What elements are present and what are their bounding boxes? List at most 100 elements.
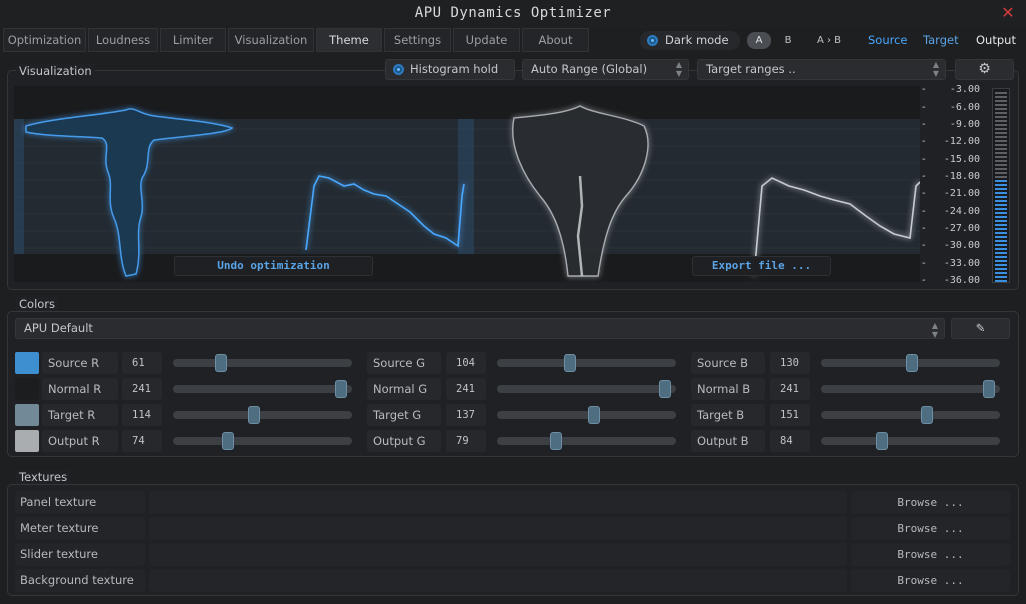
scale-label: -30.00 — [943, 240, 980, 251]
normal-color-swatch[interactable] — [15, 378, 39, 400]
edit-preset-button[interactable]: ✎ — [951, 318, 1010, 339]
target-g-value[interactable]: 137 — [446, 404, 486, 426]
panel-texture-label: Panel texture — [15, 491, 145, 514]
output-color-swatch[interactable] — [15, 430, 39, 452]
tab-theme[interactable]: Theme — [316, 28, 382, 52]
source-g-label: Source G — [367, 352, 441, 374]
normal-g-slider[interactable] — [497, 380, 676, 398]
source-r-slider[interactable] — [173, 354, 352, 372]
range-select[interactable]: Auto Range (Global) ▲ ▼ — [522, 59, 689, 80]
view-target-button[interactable]: Target — [923, 33, 959, 47]
meter-segment — [995, 260, 1007, 262]
normal-g-value[interactable]: 241 — [446, 378, 486, 400]
slider-knob[interactable] — [215, 354, 228, 372]
ab-a-to-b-button[interactable]: A › B — [806, 32, 852, 49]
tab-about[interactable]: About — [522, 28, 589, 52]
target-b-slider[interactable] — [821, 406, 1000, 424]
output-b-value[interactable]: 84 — [770, 430, 810, 452]
meter-segment — [995, 216, 1007, 218]
target-b-value[interactable]: 151 — [770, 404, 810, 426]
visualization-title: Visualization — [16, 64, 95, 78]
radio-on-icon — [647, 35, 658, 46]
target-r-value[interactable]: 114 — [122, 404, 162, 426]
source-r-value[interactable]: 61 — [122, 352, 162, 374]
panel-texture-field[interactable] — [149, 491, 847, 514]
gear-icon: ⚙ — [978, 61, 991, 77]
meter-segment — [995, 136, 1007, 138]
scale-label: -27.00 — [943, 223, 980, 234]
output-b-slider[interactable] — [821, 432, 1000, 450]
slider-knob[interactable] — [335, 380, 348, 398]
tab-limiter[interactable]: Limiter — [160, 28, 226, 52]
slider-knob[interactable] — [222, 432, 235, 450]
meter-segment — [995, 140, 1007, 142]
scale-label: -21.00 — [943, 188, 980, 199]
close-icon[interactable]: ✕ — [1000, 4, 1016, 22]
meter-segment — [995, 228, 1007, 230]
slider-knob[interactable] — [875, 432, 888, 450]
source-color-swatch[interactable] — [15, 352, 39, 374]
slider-texture-browse-button[interactable]: Browse ... — [851, 543, 1010, 566]
target-ranges-select[interactable]: Target ranges .. ▲ ▼ — [697, 59, 946, 80]
slider-knob[interactable] — [587, 406, 600, 424]
ab-a-button[interactable]: A — [747, 32, 771, 49]
background-texture-browse-button[interactable]: Browse ... — [851, 569, 1010, 592]
slider-texture-field[interactable] — [149, 543, 847, 566]
app-title: APU Dynamics Optimizer — [414, 5, 612, 21]
source-b-value[interactable]: 130 — [770, 352, 810, 374]
target-r-slider[interactable] — [173, 406, 352, 424]
slider-knob[interactable] — [564, 354, 577, 372]
slider-knob[interactable] — [983, 380, 996, 398]
tab-update[interactable]: Update — [453, 28, 520, 52]
dark-mode-toggle[interactable]: Dark mode — [640, 31, 740, 50]
output-b-label: Output B — [691, 430, 765, 452]
view-output-button[interactable]: Output — [976, 33, 1016, 47]
slider-knob[interactable] — [247, 406, 260, 424]
ab-b-button[interactable]: B — [776, 32, 800, 49]
background-texture-field[interactable] — [149, 569, 847, 592]
undo-optimization-button[interactable]: Undo optimization — [174, 256, 373, 276]
meter-texture-browse-button[interactable]: Browse ... — [851, 517, 1010, 540]
slider-knob[interactable] — [659, 380, 672, 398]
source-g-value[interactable]: 104 — [446, 352, 486, 374]
target-g-slider[interactable] — [497, 406, 676, 424]
meter-segment — [995, 272, 1007, 274]
meter-segment — [995, 184, 1007, 186]
color-preset-value: APU Default — [24, 321, 93, 335]
scale-tick: - — [922, 206, 926, 217]
normal-r-value[interactable]: 241 — [122, 378, 162, 400]
histogram-view: Undo optimization Export file ... — [14, 86, 920, 282]
target-color-swatch[interactable] — [15, 404, 39, 426]
tab-settings[interactable]: Settings — [384, 28, 451, 52]
source-g-slider[interactable] — [497, 354, 676, 372]
meter-segment — [995, 132, 1007, 134]
output-r-value[interactable]: 74 — [122, 430, 162, 452]
settings-button[interactable]: ⚙ — [955, 59, 1014, 80]
normal-b-slider[interactable] — [821, 380, 1000, 398]
output-g-slider[interactable] — [497, 432, 676, 450]
textures-title: Textures — [16, 470, 71, 484]
scale-tick: - — [922, 223, 926, 234]
output-g-value[interactable]: 79 — [446, 430, 486, 452]
meter-segment — [995, 176, 1007, 178]
view-source-button[interactable]: Source — [868, 33, 908, 47]
color-preset-select[interactable]: APU Default ▲ ▼ — [15, 318, 945, 339]
source-r-label: Source R — [42, 352, 118, 374]
panel-texture-browse-button[interactable]: Browse ... — [851, 491, 1010, 514]
normal-b-value[interactable]: 241 — [770, 378, 810, 400]
meter-segment — [995, 256, 1007, 258]
slider-knob[interactable] — [920, 406, 933, 424]
meter-texture-field[interactable] — [149, 517, 847, 540]
target-g-label: Target G — [367, 404, 441, 426]
tab-loudness[interactable]: Loudness — [88, 28, 158, 52]
output-r-slider[interactable] — [173, 432, 352, 450]
tab-optimization[interactable]: Optimization — [3, 28, 86, 52]
normal-r-slider[interactable] — [173, 380, 352, 398]
export-file-button[interactable]: Export file ... — [692, 256, 831, 276]
source-b-slider[interactable] — [821, 354, 1000, 372]
histogram-hold-toggle[interactable]: Histogram hold — [385, 59, 515, 80]
slider-knob[interactable] — [906, 354, 919, 372]
tab-visualization[interactable]: Visualization — [228, 28, 314, 52]
meter-segment — [995, 208, 1007, 210]
slider-knob[interactable] — [550, 432, 563, 450]
